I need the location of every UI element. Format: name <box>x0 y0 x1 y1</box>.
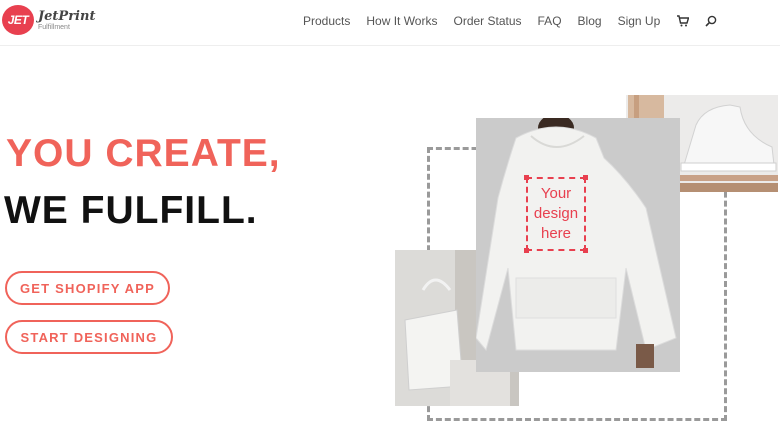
headline-line-1: YOU CREATE, <box>6 132 281 175</box>
main-nav: Products How It Works Order Status FAQ B… <box>303 14 732 28</box>
corner-handle <box>524 175 529 180</box>
corner-handle <box>583 175 588 180</box>
site-header: JET JetPrint Fulfillment Products How It… <box>0 0 780 46</box>
nav-products[interactable]: Products <box>303 14 350 28</box>
logo-badge-text: JET <box>7 13 29 27</box>
logo-badge: JET <box>2 5 34 35</box>
design-placeholder-line-2: design <box>533 205 579 222</box>
search-icon[interactable] <box>704 14 718 28</box>
nav-faq[interactable]: FAQ <box>538 14 562 28</box>
design-placeholder: Your design here <box>524 175 588 253</box>
get-shopify-app-button[interactable]: GET SHOPIFY APP <box>5 271 170 305</box>
logo-subtitle: Fulfillment <box>38 23 70 31</box>
corner-handle <box>583 248 588 253</box>
brand-logo[interactable]: JET JetPrint Fulfillment <box>2 5 95 35</box>
nav-order-status[interactable]: Order Status <box>453 14 521 28</box>
start-designing-button[interactable]: START DESIGNING <box>5 320 173 354</box>
corner-handle <box>524 248 529 253</box>
nav-how-it-works[interactable]: How It Works <box>366 14 437 28</box>
logo-name: JetPrint <box>38 8 96 24</box>
design-placeholder-line-3: here <box>540 225 572 242</box>
nav-sign-up[interactable]: Sign Up <box>618 14 661 28</box>
headline-line-2: WE FULFILL. <box>4 189 258 232</box>
cart-icon[interactable] <box>676 14 690 28</box>
design-placeholder-line-1: Your <box>540 185 572 202</box>
nav-blog[interactable]: Blog <box>578 14 602 28</box>
